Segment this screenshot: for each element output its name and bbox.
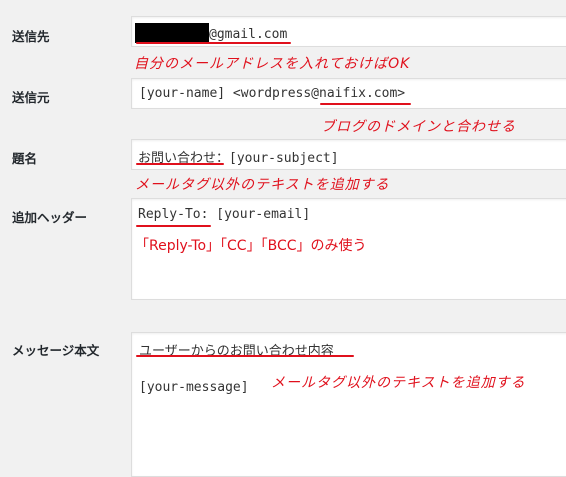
headers-field-value: Reply-To: [your-email]: [138, 207, 310, 222]
headers-label: 追加ヘッダー: [12, 210, 88, 225]
headers-field-key: Reply-To:: [138, 207, 209, 222]
from-field-value: [your-name] <wordpress@naifix.com>: [139, 86, 405, 101]
to-field-domain: @gmail.com: [209, 27, 288, 42]
from-field-suffix: >: [397, 86, 406, 101]
subject-field[interactable]: お問い合わせ：[your-subject]: [131, 139, 566, 170]
body-annotation: メールタグ以外のテキストを追加する: [271, 375, 526, 391]
headers-field[interactable]: Reply-To: [your-email] 「Reply-To」「CC」「BC…: [131, 198, 566, 300]
from-field-prefix: [your-name] <wordpress@: [139, 86, 320, 101]
body-label: メッセージ本文: [12, 343, 100, 358]
to-underline: [136, 42, 291, 44]
from-label: 送信元: [12, 90, 50, 105]
to-annotation: 自分のメールアドレスを入れておけばOK: [134, 56, 411, 72]
from-field-domain: naifix.com: [319, 86, 398, 101]
to-label: 送信先: [12, 29, 50, 44]
from-underline: [320, 103, 411, 105]
redacted-block: [135, 23, 209, 43]
headers-underline: [136, 225, 211, 227]
headers-field-rest: [your-email]: [208, 207, 311, 222]
body-field-line2: [your-message]: [139, 380, 249, 395]
subject-label: 題名: [12, 151, 38, 166]
subject-underline: [136, 163, 224, 165]
subject-annotation: メールタグ以外のテキストを追加する: [135, 177, 390, 193]
from-annotation: ブログのドメインと合わせる: [321, 119, 516, 135]
headers-annotation: 「Reply-To」「CC」「BCC」のみ使う: [135, 238, 367, 254]
body-field[interactable]: ユーザーからのお問い合わせ内容 [your-message] メールタグ以外のテ…: [131, 332, 566, 477]
to-field-value: @gmail.com: [135, 23, 287, 43]
body-underline: [136, 355, 354, 357]
subject-field-tag: ：[your-subject]: [216, 151, 339, 166]
